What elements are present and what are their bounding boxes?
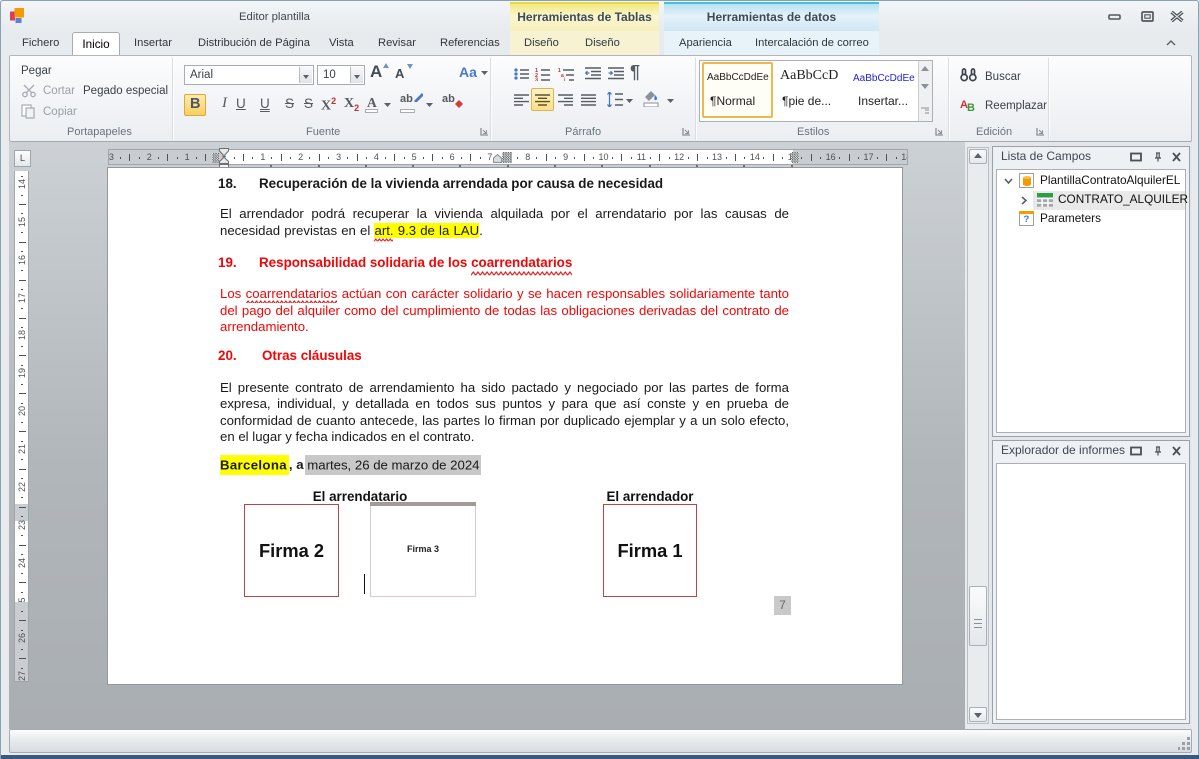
svg-text:B: B <box>967 102 975 111</box>
svg-text:i: i <box>564 78 566 82</box>
svg-text:3: 3 <box>535 78 538 82</box>
